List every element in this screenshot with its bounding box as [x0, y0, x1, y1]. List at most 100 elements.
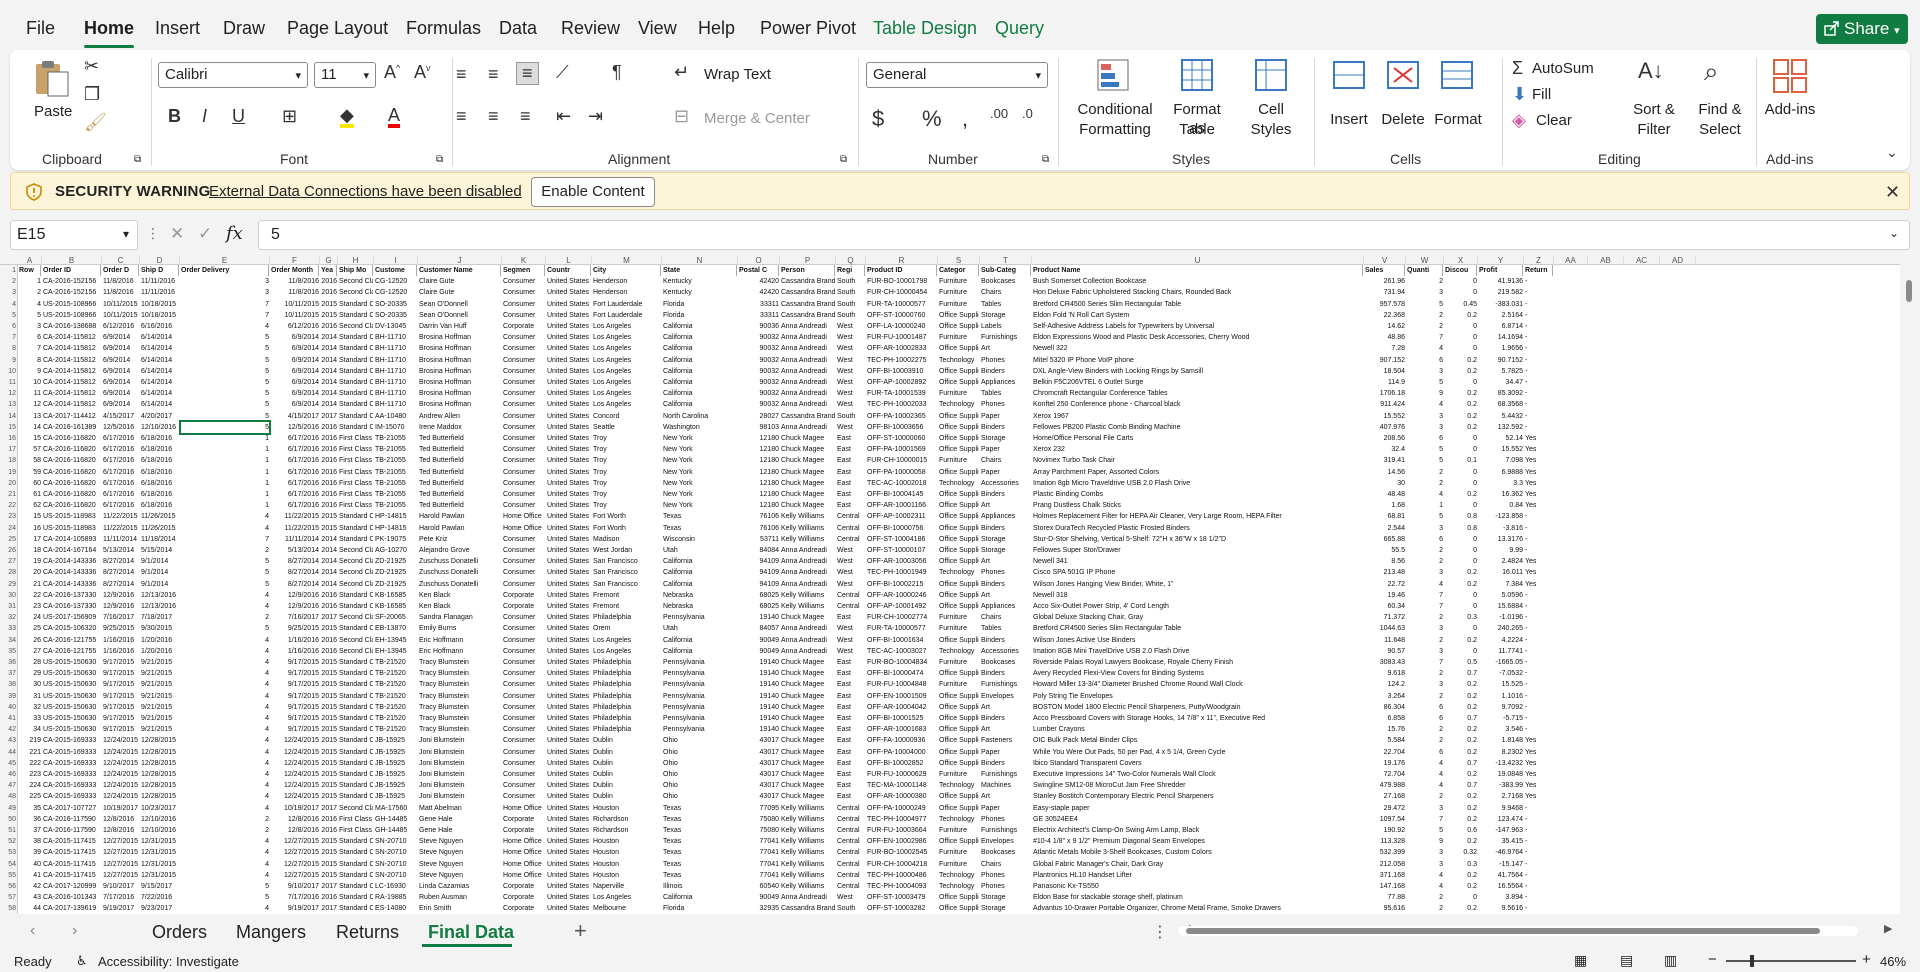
table-cell[interactable]: Standard Class	[339, 859, 373, 870]
table-cell[interactable]: TEC-PH-10002033	[867, 399, 937, 410]
formula-input[interactable]: 5 ⌄	[258, 220, 1910, 250]
table-cell[interactable]: 0.2	[1445, 881, 1477, 892]
table-cell[interactable]: 7/17/2016	[103, 892, 139, 903]
table-cell[interactable]: -	[1525, 623, 1553, 634]
table-cell[interactable]: Chairs	[981, 859, 1031, 870]
table-cell[interactable]: RA-19885	[375, 892, 417, 903]
table-cell[interactable]: JB-15925	[375, 769, 417, 780]
table-cell[interactable]: 6/12/2016	[271, 321, 319, 332]
table-cell[interactable]: Anna Andreadi	[781, 556, 835, 567]
table-cell[interactable]: Envelopes	[981, 691, 1031, 702]
table-cell[interactable]: First Class	[339, 478, 373, 489]
table-cell[interactable]: United States	[547, 590, 591, 601]
table-cell[interactable]: 0.3	[1445, 612, 1477, 623]
table-cell[interactable]: 9/21/2015	[141, 668, 179, 679]
row-header[interactable]: 37	[0, 668, 17, 679]
table-cell[interactable]: 12180	[739, 455, 779, 466]
table-cell[interactable]: 6/18/2016	[141, 467, 179, 478]
table-cell[interactable]: Pennsylvania	[663, 713, 737, 724]
row-header[interactable]: 52	[0, 836, 17, 847]
table-cell[interactable]: 0.3	[1445, 859, 1477, 870]
table-cell[interactable]: Wilson Jones Active Use Binders	[1033, 635, 1363, 646]
table-cell[interactable]: Claire Gute	[419, 287, 501, 298]
table-cell[interactable]: United States	[547, 478, 591, 489]
table-cell[interactable]: 5.7825	[1479, 366, 1523, 377]
row-header[interactable]: 50	[0, 814, 17, 825]
table-cell[interactable]: JB-15925	[375, 735, 417, 746]
table-cell[interactable]: 2.5164	[1479, 310, 1523, 321]
row-header[interactable]: 36	[0, 657, 17, 668]
table-cell[interactable]: Fort Lauderdale	[593, 299, 661, 310]
table-cell[interactable]: First Class	[339, 433, 373, 444]
table-cell[interactable]: United States	[547, 881, 591, 892]
table-header-cell[interactable]: Discou	[1445, 265, 1477, 276]
table-cell[interactable]: Office Supplies	[939, 635, 979, 646]
menu-insert[interactable]: Insert	[155, 18, 200, 39]
table-cell[interactable]: Fort Lauderdale	[593, 310, 661, 321]
table-cell[interactable]: New York	[663, 444, 737, 455]
row-header[interactable]: 55	[0, 870, 17, 881]
align-left-icon[interactable]: ≡	[456, 106, 467, 127]
table-cell[interactable]: 19	[19, 556, 41, 567]
table-cell[interactable]: 2014	[321, 366, 337, 377]
table-cell[interactable]: United States	[547, 735, 591, 746]
table-cell[interactable]: 4	[181, 523, 269, 534]
table-cell[interactable]: 77041	[739, 859, 779, 870]
table-cell[interactable]: 9/25/2015	[103, 623, 139, 634]
align-middle-icon[interactable]: ≡	[488, 64, 499, 85]
increase-font-size-icon[interactable]: A^	[384, 62, 400, 83]
table-cell[interactable]: Xerox 1967	[1033, 411, 1363, 422]
table-cell[interactable]: 2015	[321, 747, 337, 758]
table-cell[interactable]: Consumer	[503, 713, 545, 724]
row-header[interactable]: 56	[0, 881, 17, 892]
table-cell[interactable]: 3	[1407, 366, 1443, 377]
table-cell[interactable]: FUR-TA-10000577	[867, 299, 937, 310]
table-cell[interactable]: Central	[837, 590, 865, 601]
table-cell[interactable]: Chuck Magee	[781, 489, 835, 500]
table-cell[interactable]: 2	[1407, 478, 1443, 489]
table-cell[interactable]: Ted Butterfield	[419, 433, 501, 444]
table-cell[interactable]: TB-21520	[375, 679, 417, 690]
table-cell[interactable]: Matt Abelman	[419, 803, 501, 814]
table-cell[interactable]: 90036	[739, 321, 779, 332]
row-header[interactable]: 57	[0, 892, 17, 903]
table-cell[interactable]: Bookcases	[981, 847, 1031, 858]
table-cell[interactable]: 3	[1407, 411, 1443, 422]
table-cell[interactable]: 0.2	[1445, 903, 1477, 914]
table-cell[interactable]: 12/27/2015	[103, 859, 139, 870]
table-cell[interactable]: 1/16/2016	[103, 635, 139, 646]
table-header-cell[interactable]: Segmen	[503, 265, 545, 276]
table-cell[interactable]: United States	[547, 433, 591, 444]
table-cell[interactable]: OFF-BI-10001525	[867, 713, 937, 724]
table-cell[interactable]: 2016	[321, 892, 337, 903]
table-cell[interactable]: California	[663, 366, 737, 377]
comma-style-icon[interactable]: ,	[962, 106, 968, 132]
page-break-view-icon[interactable]: ▥	[1664, 952, 1677, 969]
table-cell[interactable]: Chuck Magee	[781, 691, 835, 702]
table-cell[interactable]: Poly String Tie Envelopes	[1033, 691, 1363, 702]
column-header[interactable]: Z	[1524, 256, 1554, 265]
table-cell[interactable]: Kentucky	[663, 276, 737, 287]
table-cell[interactable]: OFF-LA-10000240	[867, 321, 937, 332]
table-cell[interactable]: 12/31/2015	[141, 847, 179, 858]
table-cell[interactable]: Home Office	[503, 870, 545, 881]
table-cell[interactable]: 7/17/2016	[271, 892, 319, 903]
table-cell[interactable]: Florida	[663, 903, 737, 914]
row-header[interactable]: 44	[0, 747, 17, 758]
row-header[interactable]: 11	[0, 377, 17, 388]
table-cell[interactable]: 9/21/2015	[141, 679, 179, 690]
clear-button[interactable]: Clear	[1536, 112, 1572, 129]
table-cell[interactable]: 6.9888	[1479, 467, 1523, 478]
table-cell[interactable]: Fort Worth	[593, 523, 661, 534]
table-cell[interactable]: Second Class	[339, 287, 373, 298]
table-cell[interactable]: Cassandra Brandow	[781, 287, 835, 298]
table-cell[interactable]: Philadelphia	[593, 724, 661, 735]
table-cell[interactable]: 6/14/2014	[141, 388, 179, 399]
table-cell[interactable]: Art	[981, 500, 1031, 511]
table-cell[interactable]: 6/9/2014	[271, 388, 319, 399]
table-cell[interactable]: Consumer	[503, 355, 545, 366]
table-cell[interactable]: First Class	[339, 500, 373, 511]
table-cell[interactable]: East	[837, 444, 865, 455]
table-cell[interactable]: US-2015-150630	[43, 702, 101, 713]
table-cell[interactable]: Fort Worth	[593, 511, 661, 522]
